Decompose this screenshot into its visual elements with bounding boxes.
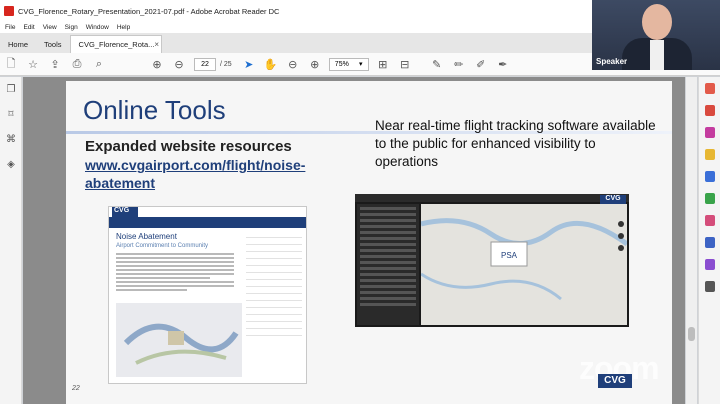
upload-icon[interactable]: ⇪ — [44, 54, 66, 74]
menu-view[interactable]: View — [43, 24, 57, 31]
more-tools-icon[interactable] — [699, 275, 720, 297]
tab-home[interactable]: Home — [0, 35, 36, 53]
tracker-map: PSA — [420, 204, 629, 325]
speaker-label: Speaker — [596, 57, 628, 66]
speaker-shirt — [650, 40, 664, 70]
title-bar: CVG_Florence_Rotary_Presentation_2021-07… — [0, 0, 592, 22]
combine-files-icon[interactable] — [699, 165, 720, 187]
right-description: Near real-time flight tracking software … — [375, 118, 656, 169]
bookmarks-panel-icon[interactable]: ⌑ — [0, 102, 22, 127]
select-tool-icon[interactable]: ➤ — [238, 54, 260, 74]
edit-pdf-icon[interactable] — [699, 121, 720, 143]
menu-window[interactable]: Window — [86, 24, 109, 31]
fit-page-icon[interactable]: ⊞ — [372, 54, 394, 74]
speaker-face — [642, 4, 672, 40]
noise-abatement-link[interactable]: www.cvgairport.com/flight/noise-abatemen… — [85, 156, 335, 192]
protect-icon[interactable] — [699, 231, 720, 253]
webpage-title: Noise Abatement — [116, 232, 177, 241]
window-title: CVG_Florence_Rotary_Presentation_2021-07… — [18, 6, 280, 16]
search-icon[interactable]: ⌕ — [88, 54, 110, 74]
scrollbar-thumb[interactable] — [688, 327, 695, 341]
webpage-body-text — [116, 253, 234, 293]
left-heading: Expanded website resources — [85, 138, 292, 155]
previous-page-icon[interactable]: ⊕ — [146, 54, 168, 74]
close-tab-icon[interactable]: × — [154, 40, 159, 49]
hand-tool-icon[interactable]: ✋ — [260, 54, 282, 74]
menu-sign[interactable]: Sign — [65, 24, 78, 31]
tab-tools[interactable]: Tools — [36, 35, 70, 53]
webpage-nav — [109, 217, 306, 228]
menu-help[interactable]: Help — [117, 24, 130, 31]
page-total: / 25 — [220, 60, 232, 68]
organize-pages-icon[interactable] — [699, 187, 720, 209]
webpage-sidebar-menu — [246, 232, 302, 337]
comment-icon[interactable]: ✎ — [426, 54, 448, 74]
attachments-icon[interactable]: ⌘ — [0, 127, 22, 152]
sign-icon[interactable]: ✒ — [492, 54, 514, 74]
menu-edit[interactable]: Edit — [23, 24, 34, 31]
flight-corridor-graphic — [123, 323, 239, 365]
chevron-down-icon: ▾ — [359, 61, 363, 68]
zoom-out-icon[interactable]: ⊖ — [282, 54, 304, 74]
menu-bar: File Edit View Sign Window Help — [0, 22, 592, 33]
acrobat-icon — [4, 6, 14, 16]
tab-document[interactable]: CVG_Florence_Rota... × — [69, 35, 162, 53]
webpage-logo: CVG — [112, 207, 138, 217]
zoom-value: 75% — [334, 60, 349, 68]
page-number-input[interactable]: 22 — [194, 57, 216, 71]
bookmark-icon[interactable]: ☆ — [22, 54, 44, 74]
right-tools-rail — [698, 77, 720, 404]
fill-sign-icon[interactable] — [699, 253, 720, 275]
tracker-data-panel — [357, 204, 419, 325]
layers-icon[interactable]: ◈ — [0, 152, 22, 177]
comment-tool-icon[interactable] — [699, 143, 720, 165]
vertical-scrollbar[interactable] — [686, 77, 697, 404]
speaker-video-tile[interactable]: Speaker — [592, 0, 720, 70]
webpage-map-image — [116, 303, 242, 377]
create-pdf-icon[interactable] — [699, 99, 720, 121]
page-thumbnails-icon[interactable]: ❐ — [0, 77, 22, 102]
zoom-select[interactable]: 75% ▾ — [328, 57, 369, 71]
tracker-header-bar — [355, 194, 629, 202]
webpage-screenshot: CVG Noise Abatement Airport Commitment t… — [108, 206, 307, 384]
next-page-icon[interactable]: ⊖ — [168, 54, 190, 74]
menu-file[interactable]: File — [5, 24, 15, 31]
tracker-popup-label: PSA — [501, 251, 518, 260]
redact-icon[interactable] — [699, 209, 720, 231]
webpage-header: CVG — [109, 207, 306, 217]
left-navigation-rail: ❐ ⌑ ⌘ ◈ — [0, 77, 22, 404]
tracker-map-graphic: PSA — [420, 218, 629, 301]
slide-title: Online Tools — [83, 95, 226, 125]
scroll-mode-icon[interactable]: ⊟ — [394, 54, 416, 74]
highlight-icon[interactable]: ✏ — [448, 54, 470, 74]
flight-tracking-screenshot: CVG PSA — [355, 194, 629, 327]
cvg-logo-watermark: CVG — [598, 374, 632, 388]
zoom-in-icon[interactable]: ⊕ — [304, 54, 326, 74]
print-icon[interactable]: ⎙ — [66, 54, 88, 74]
export-pdf-icon[interactable] — [699, 77, 720, 99]
draw-icon[interactable]: ✐ — [470, 54, 492, 74]
save-icon[interactable]: 🗋 — [0, 54, 22, 74]
webpage-subtitle: Airport Commitment to Community — [116, 243, 209, 249]
tab-bar: Home Tools CVG_Florence_Rota... × — [0, 33, 592, 53]
slide-page-number: 22 — [72, 385, 80, 392]
tab-document-label: CVG_Florence_Rota... — [78, 40, 155, 49]
